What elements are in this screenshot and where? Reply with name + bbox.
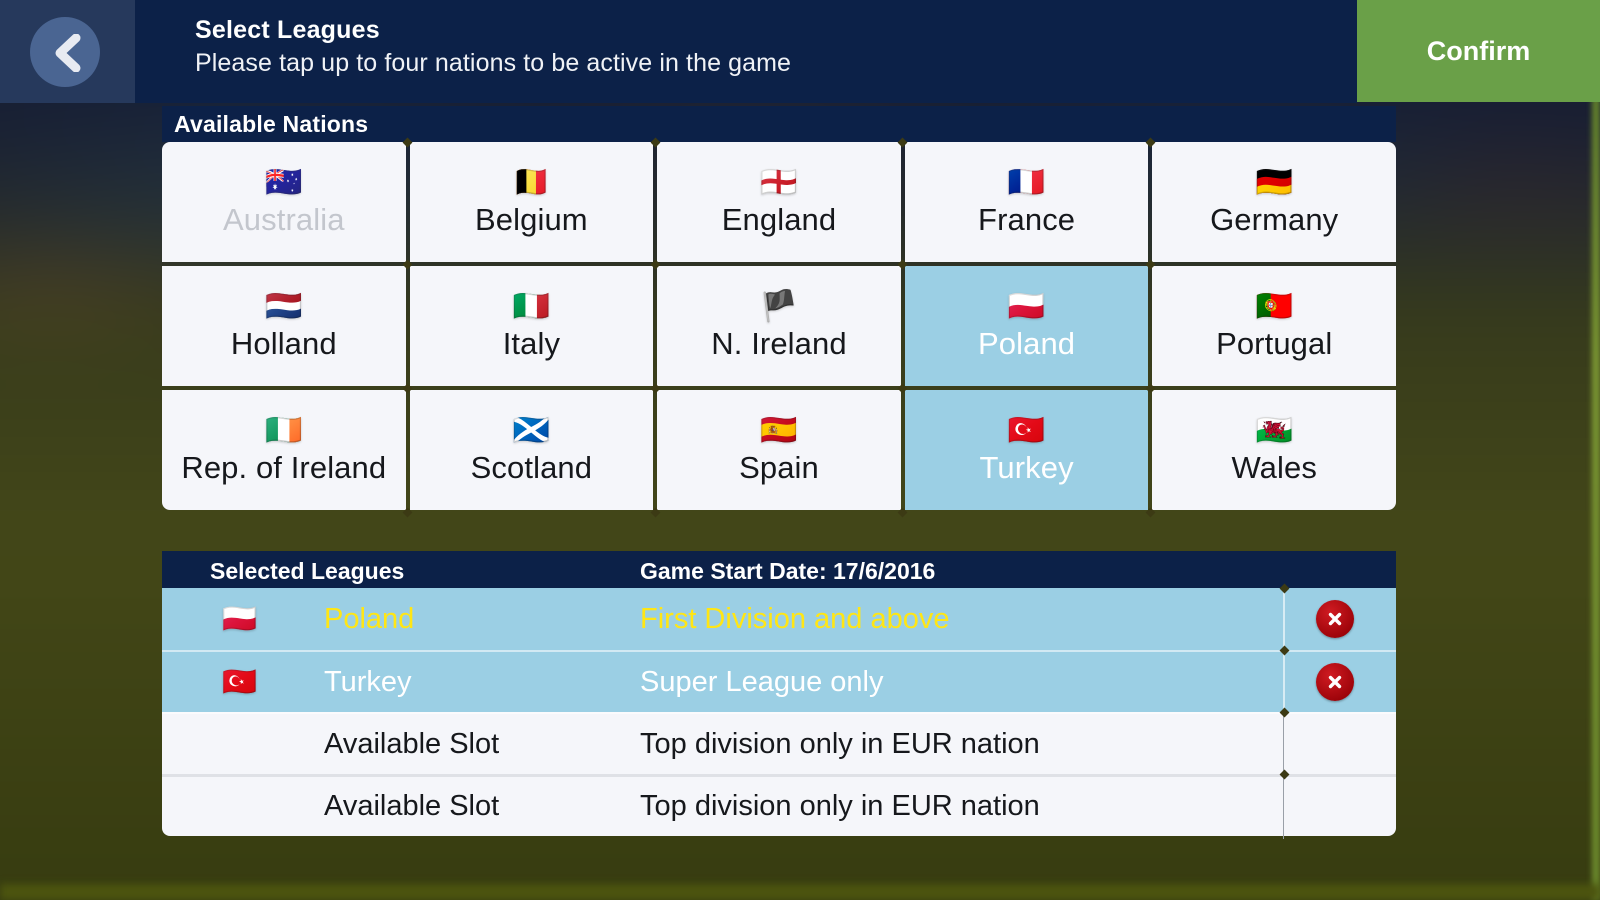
nation-name-label: Belgium [475, 202, 588, 237]
header-text-panel: Select Leagues Please tap up to four nat… [135, 0, 1357, 103]
nation-name-label: Turkey [979, 450, 1074, 485]
nation-cell-germany[interactable]: 🇩🇪 Germany [1152, 142, 1396, 262]
league-row[interactable]: Available Slot Top division only in EUR n… [162, 774, 1396, 839]
nation-name-label: England [721, 202, 837, 237]
nation-cell-italy[interactable]: 🇮🇹 Italy [409, 266, 654, 386]
nation-name-label: Scotland [470, 450, 593, 485]
row-column-divider [1283, 652, 1285, 714]
nation-name-label: Portugal [1216, 326, 1333, 361]
available-nations-header: Available Nations [162, 106, 1396, 142]
nation-cell-wales[interactable]: 🏴󠁧󠁢󠁷󠁬󠁳󠁿 Wales [1152, 390, 1396, 510]
flag-icon: 🇦🇺 [265, 166, 303, 199]
nation-name-label: France [978, 202, 1076, 237]
nation-cell-spain[interactable]: 🇪🇸 Spain [657, 390, 901, 510]
league-nation-label: Poland [324, 602, 415, 635]
selected-leagues-header: Selected Leagues Game Start Date: 17/6/2… [162, 551, 1396, 588]
nation-name-label: N. Ireland [711, 326, 847, 361]
flag-icon: 🇵🇱 [222, 603, 257, 634]
selected-leagues-column-header: Selected Leagues [210, 558, 405, 584]
selected-leagues-rows: 🇵🇱 Poland First Division and above 🇹🇷 Turkey… [162, 588, 1396, 839]
flag-icon: 🇳🇱 [265, 290, 303, 323]
nation-cell-scotland[interactable]: 🏴󠁧󠁢󠁳󠁣󠁴󠁿 Scotland [409, 390, 654, 510]
flag-icon: 🇮🇹 [512, 290, 551, 323]
nation-name-label: Rep. of Ireland [181, 450, 387, 485]
league-nation-label: Available Slot [324, 790, 500, 822]
nation-cell-belgium[interactable]: 🇧🇪 Belgium [409, 142, 654, 262]
game-start-date-label: Game Start Date: 17/6/2016 [640, 558, 936, 584]
nation-name-label: Spain [739, 450, 819, 485]
flag-icon: 🇧🇪 [512, 166, 551, 199]
nations-grid: 🇦🇺 Australia 🇧🇪 Belgium 🏴󠁧󠁢󠁥󠁮󠁧󠁿 England 🇫🇷 Fran… [162, 142, 1396, 510]
nation-name-label: Australia [223, 202, 345, 237]
page-title: Select Leagues [195, 16, 380, 44]
flag-icon: 🇵🇹 [1255, 290, 1293, 323]
nation-cell-n-ireland[interactable]: 🏴 N. Ireland [657, 266, 901, 386]
row-column-divider [1283, 777, 1284, 839]
flag-icon: 🇹🇷 [222, 666, 257, 697]
flag-icon: 🏴󠁧󠁢󠁷󠁬󠁳󠁿 [1255, 414, 1293, 447]
nation-cell-france[interactable]: 🇫🇷 France [904, 142, 1149, 262]
league-row[interactable]: 🇵🇱 Poland First Division and above [162, 588, 1396, 650]
app-screen: Select Leagues Please tap up to four nat… [0, 0, 1600, 900]
nation-name-label: Holland [230, 326, 337, 361]
flag-icon: 🏴󠁧󠁢󠁳󠁣󠁴󠁿 [512, 414, 551, 447]
league-divisions-label: Top division only in EUR nation [640, 727, 1040, 760]
league-row[interactable]: Available Slot Top division only in EUR n… [162, 712, 1396, 776]
nation-cell-turkey[interactable]: 🇹🇷 Turkey [904, 390, 1149, 510]
flag-icon: 🇮🇪 [265, 414, 303, 447]
league-row[interactable]: 🇹🇷 Turkey Super League only [162, 650, 1396, 714]
flag-icon: 🏴 [760, 290, 798, 323]
nation-name-label: Poland [978, 326, 1076, 361]
nation-cell-australia: 🇦🇺 Australia [162, 142, 406, 262]
league-divisions-label: Top division only in EUR nation [640, 790, 1040, 822]
nation-cell-england[interactable]: 🏴󠁧󠁢󠁥󠁮󠁧󠁿 England [657, 142, 901, 262]
flag-icon: 🇵🇱 [1007, 290, 1046, 323]
top-header-bar: Select Leagues Please tap up to four nat… [0, 0, 1600, 103]
confirm-button[interactable]: Confirm [1357, 0, 1600, 102]
league-nation-label: Turkey [324, 665, 412, 698]
row-column-divider [1283, 714, 1284, 776]
background-right-edge [1592, 0, 1600, 900]
flag-icon: 🇹🇷 [1007, 414, 1046, 447]
available-nations-title: Available Nations [174, 110, 369, 137]
league-divisions-label: First Division and above [640, 602, 950, 635]
nation-name-label: Wales [1231, 450, 1317, 485]
nation-name-label: Germany [1210, 202, 1339, 237]
remove-league-button[interactable] [1316, 663, 1354, 701]
flag-icon: 🇫🇷 [1007, 166, 1046, 199]
flag-icon: 🏴󠁧󠁢󠁥󠁮󠁧󠁿 [760, 166, 798, 199]
nation-cell-poland[interactable]: 🇵🇱 Poland [904, 266, 1149, 386]
nation-cell-rep-of-ireland[interactable]: 🇮🇪 Rep. of Ireland [162, 390, 406, 510]
selected-leagues-panel: Selected Leagues Game Start Date: 17/6/2… [162, 551, 1396, 839]
remove-league-button[interactable] [1316, 600, 1354, 638]
nation-name-label: Italy [502, 326, 561, 361]
flag-icon: 🇪🇸 [760, 414, 798, 447]
header-left-panel [0, 0, 135, 103]
flag-icon: 🇩🇪 [1255, 166, 1293, 199]
available-nations-panel: Available Nations 🇦🇺 Australia 🇧🇪 Belgium 🏴󠁧… [162, 106, 1396, 517]
page-subtitle: Please tap up to four nations to be acti… [195, 49, 792, 77]
league-divisions-label: Super League only [640, 665, 884, 698]
row-column-divider [1283, 588, 1285, 650]
close-circle-icon [1325, 609, 1345, 629]
league-nation-label: Available Slot [324, 727, 500, 760]
close-circle-icon [1325, 672, 1345, 692]
back-button[interactable] [30, 17, 100, 87]
nation-cell-holland[interactable]: 🇳🇱 Holland [162, 266, 406, 386]
nation-cell-portugal[interactable]: 🇵🇹 Portugal [1152, 266, 1396, 386]
background-bottom-edge [0, 884, 1600, 900]
